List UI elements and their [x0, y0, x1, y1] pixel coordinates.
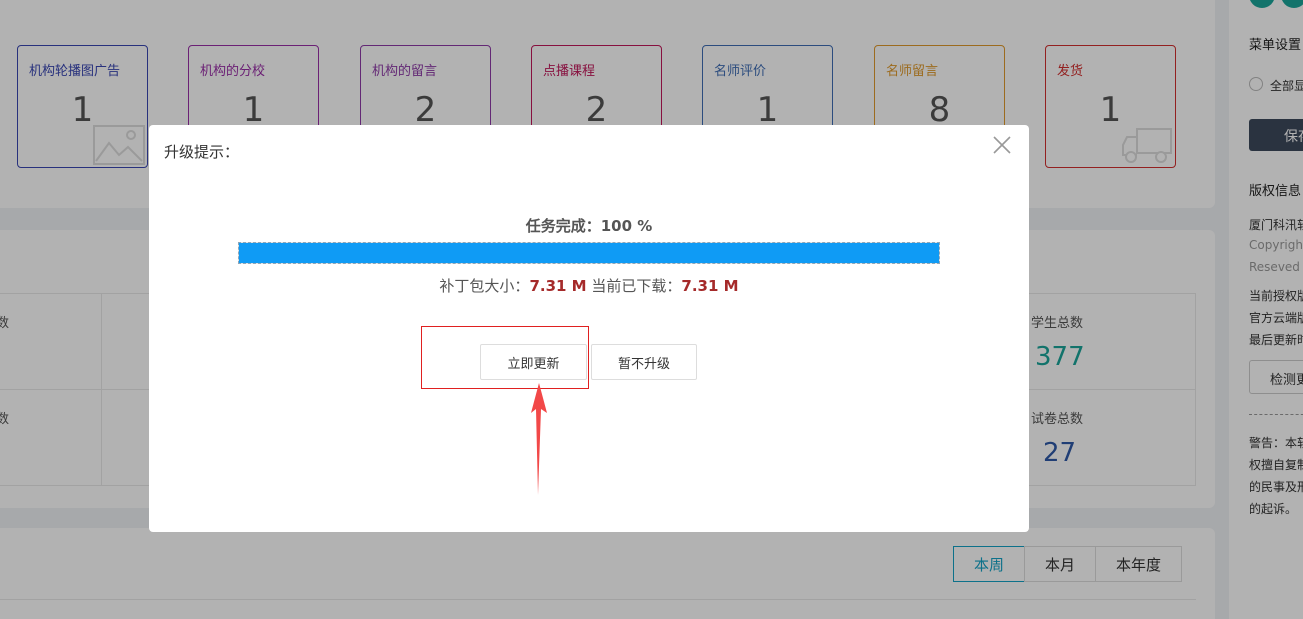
patch-size-label: 补丁包大小：	[439, 277, 530, 295]
downloaded-value: 7.31 M	[681, 277, 739, 295]
patch-size-value: 7.31 M	[529, 277, 587, 295]
dialog-title: 升级提示：	[164, 143, 240, 161]
annotation-arrow	[531, 383, 547, 495]
download-info: 补丁包大小：7.31 M 当前已下载：7.31 M	[149, 275, 1029, 296]
upgrade-dialog: 升级提示： 任务完成：100 % 补丁包大小：7.31 M 当前已下载：7.31…	[149, 125, 1029, 532]
progress-fill	[239, 243, 939, 263]
skip-upgrade-button[interactable]: 暂不升级	[591, 344, 697, 380]
progress-bar	[238, 242, 940, 264]
task-status: 任务完成：100 %	[149, 215, 1029, 236]
task-status-value: 100 %	[600, 217, 653, 235]
update-now-button[interactable]: 立即更新	[480, 344, 587, 380]
task-status-label: 任务完成：	[525, 217, 601, 235]
downloaded-label: 当前已下载：	[591, 277, 682, 295]
close-icon[interactable]	[991, 134, 1013, 156]
